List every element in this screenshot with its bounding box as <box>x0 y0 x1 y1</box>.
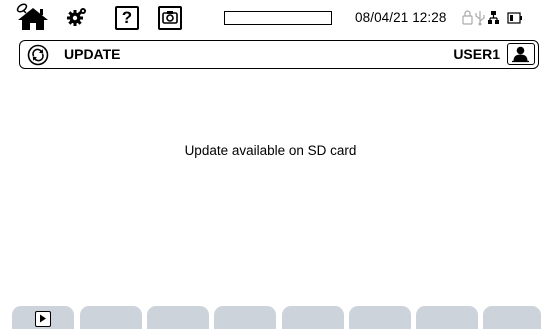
title-bar: UPDATE USER1 <box>19 40 539 69</box>
function-key-3[interactable] <box>147 306 209 329</box>
help-label: ? <box>121 8 133 27</box>
function-key-5[interactable] <box>282 306 344 329</box>
system-status-icons <box>461 8 541 28</box>
camera-icon[interactable] <box>158 6 182 30</box>
user-button[interactable] <box>507 43 535 65</box>
lock-icon <box>462 10 473 25</box>
usb-icon <box>475 11 485 26</box>
update-message: Update available on SD card <box>184 143 357 158</box>
network-icon <box>488 11 499 24</box>
help-icon[interactable]: ? <box>115 6 139 30</box>
function-key-6[interactable] <box>349 306 411 329</box>
function-key-bar <box>0 306 541 329</box>
user-icon <box>512 46 529 63</box>
storage-progress-bar <box>224 11 332 25</box>
datetime-display: 08/04/21 12:28 <box>355 10 447 25</box>
function-key-7[interactable] <box>416 306 478 329</box>
function-key-8[interactable] <box>483 306 541 329</box>
update-icon <box>27 44 49 66</box>
battery-icon <box>507 12 522 24</box>
user-label: USER1 <box>453 46 500 62</box>
status-bar: ? 08/04/21 12:28 <box>0 0 541 36</box>
play-icon[interactable] <box>35 311 51 327</box>
page-title: UPDATE <box>64 46 121 62</box>
function-key-4[interactable] <box>214 306 276 329</box>
function-key-1[interactable] <box>12 306 74 329</box>
home-icon[interactable] <box>14 2 52 32</box>
gear-icon[interactable] <box>66 6 88 28</box>
function-key-2[interactable] <box>80 306 142 329</box>
